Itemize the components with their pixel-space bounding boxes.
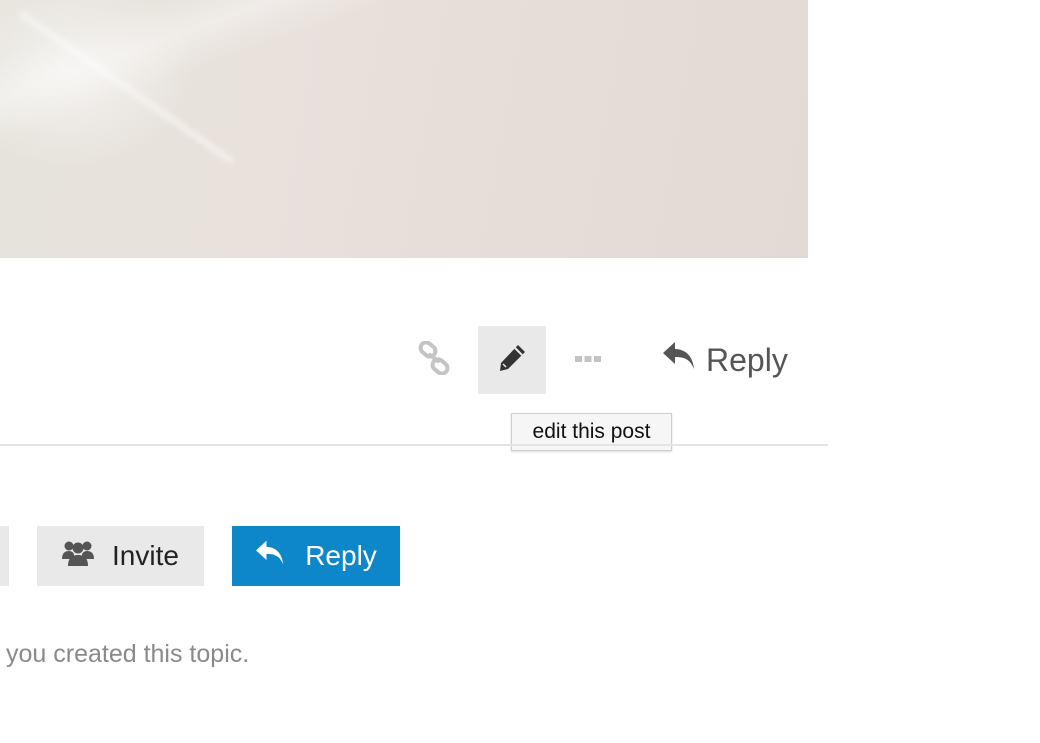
users-icon — [62, 539, 95, 574]
invite-button[interactable]: Invite — [37, 526, 204, 586]
topic-reply-label: Reply — [305, 540, 377, 571]
topic-status-text: you created this topic. — [6, 640, 250, 668]
pencil-icon — [497, 343, 527, 378]
topic-reply-button[interactable]: Reply — [232, 526, 400, 586]
post-actions — [400, 326, 622, 394]
partial-button[interactable] — [0, 526, 9, 586]
edit-post-button[interactable] — [478, 326, 546, 394]
reply-arrow-icon — [255, 539, 285, 574]
share-link-button[interactable] — [400, 326, 468, 394]
image-light-streak — [18, 10, 235, 165]
ellipsis-icon — [574, 351, 602, 369]
post-image — [0, 0, 808, 258]
post-divider — [0, 444, 828, 446]
post-reply-label: Reply — [706, 341, 788, 378]
topic-page: Reply edit this post Invite Reply you cr… — [0, 0, 1040, 743]
post-reply-button[interactable]: Reply — [662, 336, 788, 384]
invite-label: Invite — [112, 540, 179, 571]
show-more-actions-button[interactable] — [554, 326, 622, 394]
reply-arrow-icon — [662, 340, 696, 380]
link-icon — [417, 339, 451, 380]
